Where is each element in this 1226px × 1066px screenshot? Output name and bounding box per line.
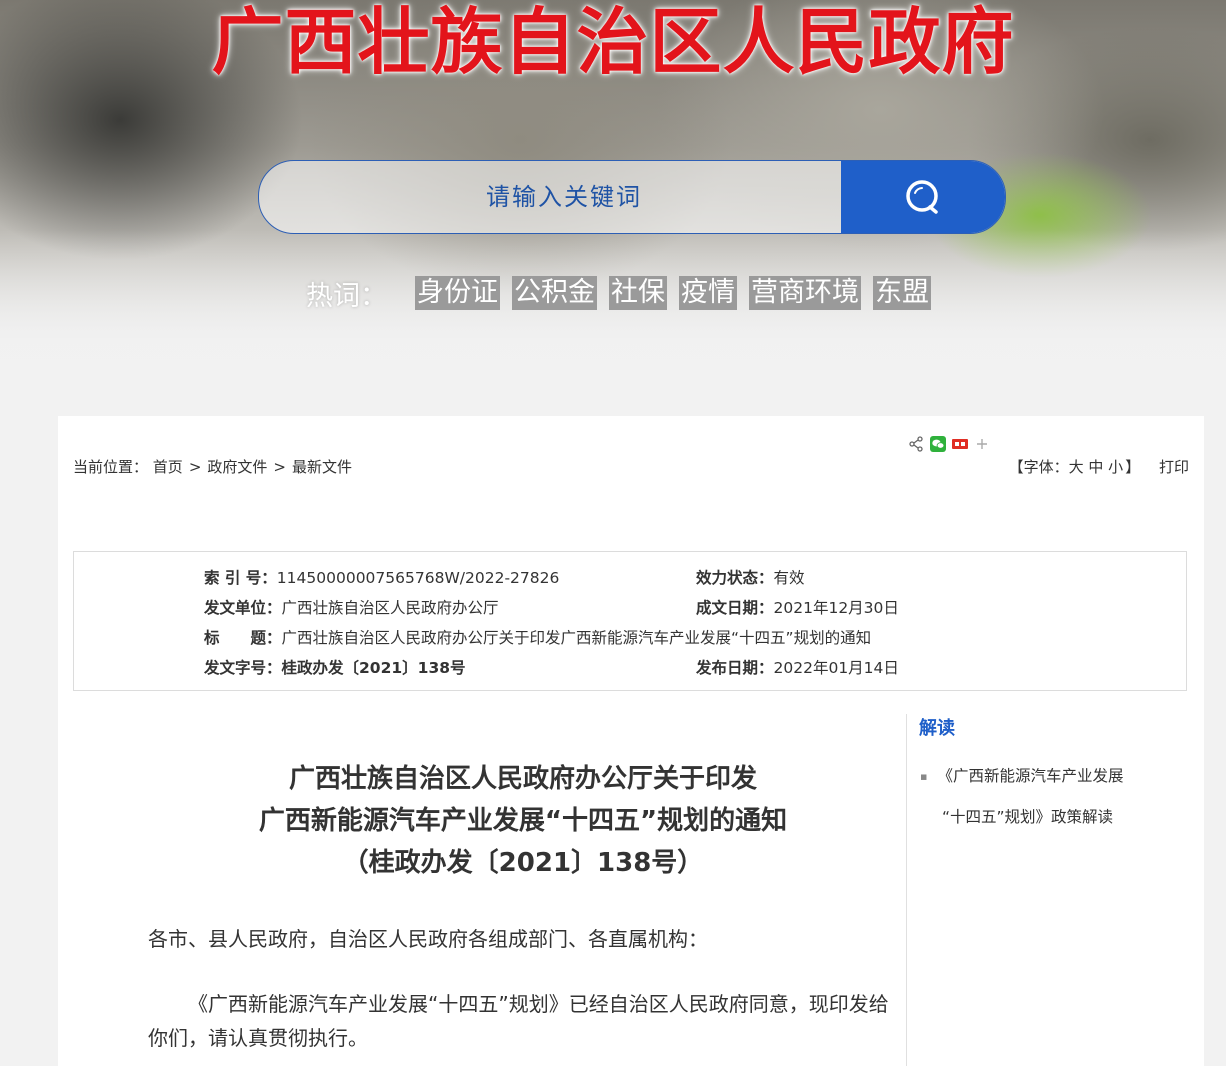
meta-title: 标 题：广西壮族自治区人民政府办公厅关于印发广西新能源汽车产业发展“十四五”规划…	[204, 628, 871, 648]
document-title-line: （桂政办发〔2021〕138号）	[342, 848, 704, 878]
meta-publish: 发布日期：2022年01月14日	[696, 658, 899, 678]
font-size-label-close: 】	[1125, 458, 1141, 476]
breadcrumb-latest-docs[interactable]: 最新文件	[292, 458, 352, 476]
breadcrumb-separator: >	[273, 458, 286, 476]
breadcrumb-label: 当前位置：	[73, 458, 149, 476]
document-title-line: 广西新能源汽车产业发展“十四五”规划的通知	[258, 806, 788, 836]
wechat-icon[interactable]	[930, 436, 946, 452]
plus-icon[interactable]	[974, 436, 990, 452]
document-title-line: 广西壮族自治区人民政府办公厅关于印发	[288, 764, 757, 794]
article-paragraph: 《广西新能源汽车产业发展“十四五”规划》已经自治区人民政府同意，现印发给你们，请…	[148, 992, 889, 1050]
search-button[interactable]	[841, 161, 1005, 233]
meta-index-key: 索 引 号：	[204, 569, 277, 587]
meta-status-key: 效力状态：	[696, 569, 774, 587]
share-bar	[908, 436, 990, 452]
breadcrumb-gov-docs[interactable]: 政府文件	[207, 458, 267, 476]
bullet-icon: ▪	[920, 769, 928, 783]
font-size-medium[interactable]: 中	[1088, 458, 1103, 476]
meta-publish-value: 2022年01月14日	[773, 659, 899, 677]
sidebar-item-line2[interactable]: “十四五”规划》政策解读	[920, 797, 1150, 837]
content-card: 当前位置： 首页 > 政府文件 > 最新文件 【字体：大 中 小】 打印 索 引…	[58, 416, 1204, 1066]
breadcrumb-home[interactable]: 首页	[153, 458, 183, 476]
font-tools: 【字体：大 中 小】 打印	[1007, 456, 1189, 477]
hotword-link[interactable]: 营商环境	[749, 276, 861, 310]
font-size-small[interactable]: 小	[1108, 458, 1123, 476]
meta-date-value: 2021年12月30日	[773, 599, 899, 617]
document-title: 广西壮族自治区人民政府办公厅关于印发 广西新能源汽车产业发展“十四五”规划的通知…	[148, 758, 898, 884]
banner-fade	[0, 230, 1226, 416]
hotwords-bar: 热词： 身份证 公积金 社保 疫情 营商环境 东盟	[306, 276, 931, 312]
document-metadata: 索 引 号：11450000007565768W/2022-27826 效力状态…	[73, 551, 1187, 691]
meta-index: 索 引 号：11450000007565768W/2022-27826	[204, 568, 559, 588]
font-size-label-open: 【字体：	[1008, 458, 1069, 476]
sidebar-item-interpretation[interactable]: ▪ 《广西新能源汽车产业发展 “十四五”规划》政策解读	[920, 756, 1150, 837]
meta-docno-value: 桂政办发〔2021〕138号	[281, 659, 466, 677]
sidebar-item-line1[interactable]: 《广西新能源汽车产业发展	[937, 767, 1123, 785]
meta-date: 成文日期：2021年12月30日	[696, 598, 899, 618]
sidebar-divider	[906, 714, 907, 1066]
share-icon[interactable]	[908, 436, 924, 452]
meta-date-key: 成文日期：	[696, 599, 774, 617]
hotwords-label: 热词：	[306, 280, 387, 312]
meta-docno: 发文字号：桂政办发〔2021〕138号	[204, 658, 466, 678]
hotword-link[interactable]: 身份证	[415, 276, 500, 310]
meta-issuer-key: 发文单位：	[204, 599, 282, 617]
breadcrumb-separator: >	[188, 458, 202, 476]
meta-status: 效力状态：有效	[696, 568, 805, 588]
meta-docno-key: 发文字号：	[204, 659, 282, 677]
sidebar-title: 解读	[919, 718, 955, 739]
font-size-large[interactable]: 大	[1069, 458, 1084, 476]
hotword-link[interactable]: 疫情	[679, 276, 737, 310]
breadcrumb: 当前位置： 首页 > 政府文件 > 最新文件	[73, 456, 352, 477]
meta-issuer: 发文单位：广西壮族自治区人民政府办公厅	[204, 598, 499, 618]
meta-title-value: 广西壮族自治区人民政府办公厅关于印发广西新能源汽车产业发展“十四五”规划的通知	[281, 629, 872, 647]
hotword-link[interactable]: 东盟	[873, 276, 931, 310]
hotword-link[interactable]: 公积金	[512, 276, 597, 310]
meta-title-key: 标 题：	[204, 629, 282, 647]
search-box	[258, 160, 1006, 234]
meta-publish-key: 发布日期：	[696, 659, 774, 677]
meta-issuer-value: 广西壮族自治区人民政府办公厅	[281, 599, 499, 617]
hotword-link[interactable]: 社保	[609, 276, 667, 310]
search-icon	[906, 180, 938, 214]
site-title: 广西壮族自治区人民政府	[211, 0, 1015, 84]
meta-status-value: 有效	[773, 569, 805, 587]
search-input[interactable]	[259, 161, 841, 233]
meta-index-value: 11450000007565768W/2022-27826	[276, 569, 560, 587]
toutiao-icon[interactable]	[952, 436, 968, 452]
article-paragraph: 各市、县人民政府，自治区人民政府各组成部门、各直属机构：	[148, 927, 708, 951]
print-link[interactable]: 打印	[1159, 458, 1189, 476]
